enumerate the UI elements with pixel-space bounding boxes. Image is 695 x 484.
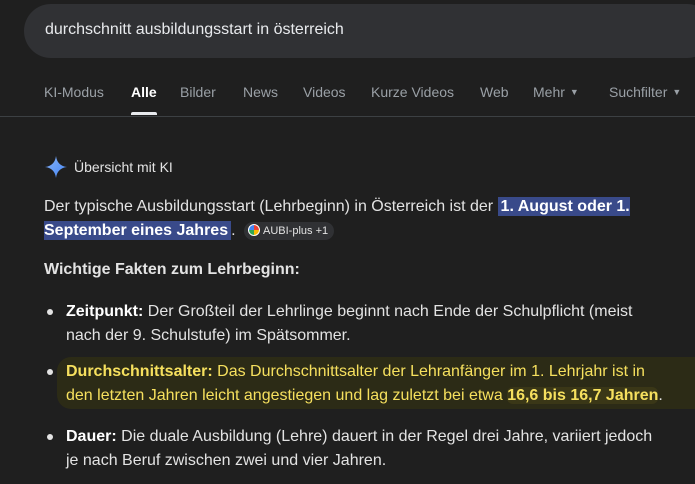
bullet-label: Durchschnittsalter:: [66, 363, 213, 380]
bullet-end: .: [658, 386, 663, 404]
search-input[interactable]: durchschnitt ausbildungsstart in österre…: [45, 21, 344, 39]
answer-period: .: [231, 221, 236, 239]
tab-kurze-videos[interactable]: Kurze Videos: [371, 84, 454, 100]
answer-paragraph: Der typische Ausbildungsstart (Lehrbegin…: [44, 195, 654, 242]
tab-suchfilter[interactable]: Suchfilter ▼: [609, 84, 681, 100]
tab-mehr[interactable]: Mehr ▼: [533, 84, 579, 100]
bullet-text: Der Großteil der Lehrlinge beginnt nach …: [66, 303, 633, 344]
source-chip-label: AUBI-plus +1: [263, 224, 329, 237]
search-tabs: KI-Modus Alle Bilder News Videos Kurze V…: [0, 76, 695, 116]
tab-bilder[interactable]: Bilder: [180, 84, 216, 100]
active-tab-indicator: [131, 112, 157, 115]
bullet-label: Dauer:: [66, 428, 117, 445]
tab-suchfilter-label: Suchfilter: [609, 84, 668, 100]
answer-intro: Der typische Ausbildungsstart (Lehrbegin…: [44, 198, 498, 215]
tab-ki-modus[interactable]: KI-Modus: [44, 84, 104, 100]
caret-down-icon: ▼: [672, 87, 682, 97]
tab-alle[interactable]: Alle: [131, 84, 157, 100]
tabs-divider: [0, 116, 695, 117]
source-favicon-icon: [248, 223, 260, 236]
bullet-dot: [47, 369, 53, 375]
search-box[interactable]: durchschnitt ausbildungsstart in österre…: [24, 4, 695, 58]
tab-videos[interactable]: Videos: [303, 84, 346, 100]
sparkle-icon: [45, 156, 67, 178]
source-chip[interactable]: AUBI-plus +1: [244, 221, 335, 240]
bullet-dot: [47, 434, 53, 440]
tab-news[interactable]: News: [243, 84, 278, 100]
bullet-label: Zeitpunkt:: [66, 303, 144, 320]
bullet-dot: [47, 309, 53, 315]
caret-down-icon: ▼: [569, 87, 579, 97]
bullet-text: Die duale Ausbildung (Lehre) dauert in d…: [66, 428, 653, 469]
facts-heading: Wichtige Fakten zum Lehrbeginn:: [44, 261, 300, 278]
ai-overview-title: Übersicht mit KI: [74, 159, 173, 175]
bullet-strong-value: 16,6 bis 16,7 Jahren: [507, 386, 659, 404]
tab-mehr-label: Mehr: [533, 84, 565, 100]
tab-web[interactable]: Web: [480, 84, 509, 100]
